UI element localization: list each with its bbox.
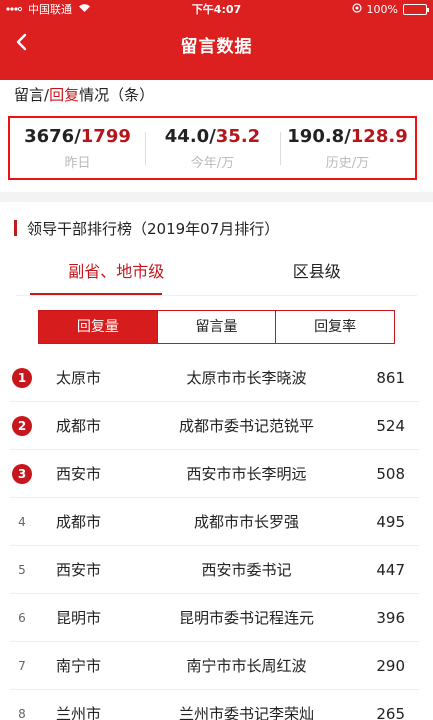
rank-badge: 3 <box>12 463 32 484</box>
rank-number: 4 <box>18 514 26 529</box>
stat-secondary: 128.9 <box>350 125 408 147</box>
rank-number: 6 <box>18 610 26 625</box>
ranking-list: 1 太原市 太原市市长李晓波 861 2 成都市 成都市委书记范锐平 524 3… <box>10 354 419 720</box>
status-bar: 中国联通 下午4:07 100% <box>0 0 433 18</box>
stat-label: 历史/万 <box>325 155 370 171</box>
table-row[interactable]: 3 西安市 西安市市长李明远 508 <box>10 450 419 498</box>
stat-this-year: 44.0/35.2 今年/万 <box>145 126 280 171</box>
summary-heading-highlight: 回复 <box>49 86 80 104</box>
row-city: 成都市 <box>56 513 102 531</box>
metric-segmented-control: 回复量 留言量 回复率 <box>38 310 395 344</box>
ranking-title: 领导干部排行榜（2019年07月排行） <box>27 219 280 238</box>
table-row[interactable]: 7 南宁市 南宁市市长周红波 290 <box>10 642 419 690</box>
rank-badge: 1 <box>12 367 32 388</box>
row-city: 昆明市 <box>56 609 102 627</box>
row-city: 西安市 <box>56 465 102 483</box>
row-count: 495 <box>376 512 405 531</box>
table-row[interactable]: 6 昆明市 昆明市委书记程连元 396 <box>10 594 419 642</box>
battery-icon <box>403 3 429 15</box>
stat-yesterday: 3676/1799 昨日 <box>10 126 145 171</box>
rank-number: 8 <box>18 706 26 720</box>
row-leader: 太原市市长李晓波 <box>186 369 307 387</box>
row-city: 西安市 <box>56 561 102 579</box>
row-leader: 昆明市委书记程连元 <box>178 609 314 627</box>
stat-primary: 3676/ <box>24 125 81 147</box>
segment-message-count[interactable]: 留言量 <box>156 311 276 343</box>
row-count: 265 <box>376 704 405 720</box>
row-count: 396 <box>376 608 405 627</box>
row-leader: 成都市委书记范锐平 <box>178 417 314 435</box>
segment-reply-rate[interactable]: 回复率 <box>275 311 394 343</box>
stat-secondary: 1799 <box>80 125 131 147</box>
row-city: 太原市 <box>56 369 102 387</box>
table-row[interactable]: 1 太原市 太原市市长李晓波 861 <box>10 354 419 402</box>
battery-percent: 100% <box>366 2 398 16</box>
table-row[interactable]: 8 兰州市 兰州市委书记李荣灿 265 <box>10 690 419 720</box>
app-header: 中国联通 下午4:07 100% 留言数据 <box>0 0 433 80</box>
table-row[interactable]: 5 西安市 西安市委书记 447 <box>10 546 419 594</box>
row-leader: 西安市市长李明远 <box>186 465 307 483</box>
location-icon <box>351 2 362 16</box>
row-count: 447 <box>376 560 405 579</box>
rank-number: 7 <box>18 658 26 673</box>
stat-label: 今年/万 <box>190 155 235 171</box>
stat-primary: 44.0/ <box>164 125 216 147</box>
signal-icon <box>6 3 23 16</box>
heading-accent-bar <box>14 220 17 236</box>
stat-secondary: 35.2 <box>215 125 261 147</box>
stat-history: 190.8/128.9 历史/万 <box>280 126 415 171</box>
summary-heading: 留言/回复情况（条） <box>0 80 433 104</box>
section-divider <box>0 192 433 202</box>
row-count: 524 <box>376 416 405 435</box>
table-row[interactable]: 4 成都市 成都市市长罗强 495 <box>10 498 419 546</box>
segment-reply-count[interactable]: 回复量 <box>39 311 157 343</box>
level-tabs: 副省、地市级 区县级 <box>16 252 417 296</box>
table-row[interactable]: 2 成都市 成都市委书记范锐平 524 <box>10 402 419 450</box>
row-leader: 南宁市市长周红波 <box>186 657 307 675</box>
row-leader: 成都市市长罗强 <box>193 513 299 531</box>
rank-number: 5 <box>18 562 26 577</box>
carrier-name: 中国联通 <box>28 3 72 16</box>
ranking-heading: 领导干部排行榜（2019年07月排行） <box>0 210 433 246</box>
summary-heading-prefix: 留言/ <box>14 86 50 104</box>
rank-badge: 2 <box>12 415 32 436</box>
summary-heading-suffix: 情况（条） <box>79 86 155 104</box>
row-city: 南宁市 <box>56 657 102 675</box>
summary-stats: 3676/1799 昨日 44.0/35.2 今年/万 190.8/128.9 … <box>8 116 417 180</box>
row-city: 兰州市 <box>56 705 102 720</box>
row-leader: 西安市委书记 <box>201 561 292 579</box>
row-leader: 兰州市委书记李荣灿 <box>178 705 314 720</box>
row-count: 508 <box>376 464 405 483</box>
page-title: 留言数据 <box>180 36 253 57</box>
back-button[interactable] <box>8 30 36 58</box>
nav-bar: 留言数据 <box>0 22 433 66</box>
tab-provincial-city[interactable]: 副省、地市级 <box>16 252 217 295</box>
stat-label: 昨日 <box>64 155 91 171</box>
row-count: 861 <box>376 368 405 387</box>
row-city: 成都市 <box>56 417 102 435</box>
wifi-icon <box>78 3 91 16</box>
stat-primary: 190.8/ <box>287 125 351 147</box>
chevron-left-icon <box>15 33 29 55</box>
tab-district-county[interactable]: 区县级 <box>217 252 418 295</box>
row-count: 290 <box>376 656 405 675</box>
